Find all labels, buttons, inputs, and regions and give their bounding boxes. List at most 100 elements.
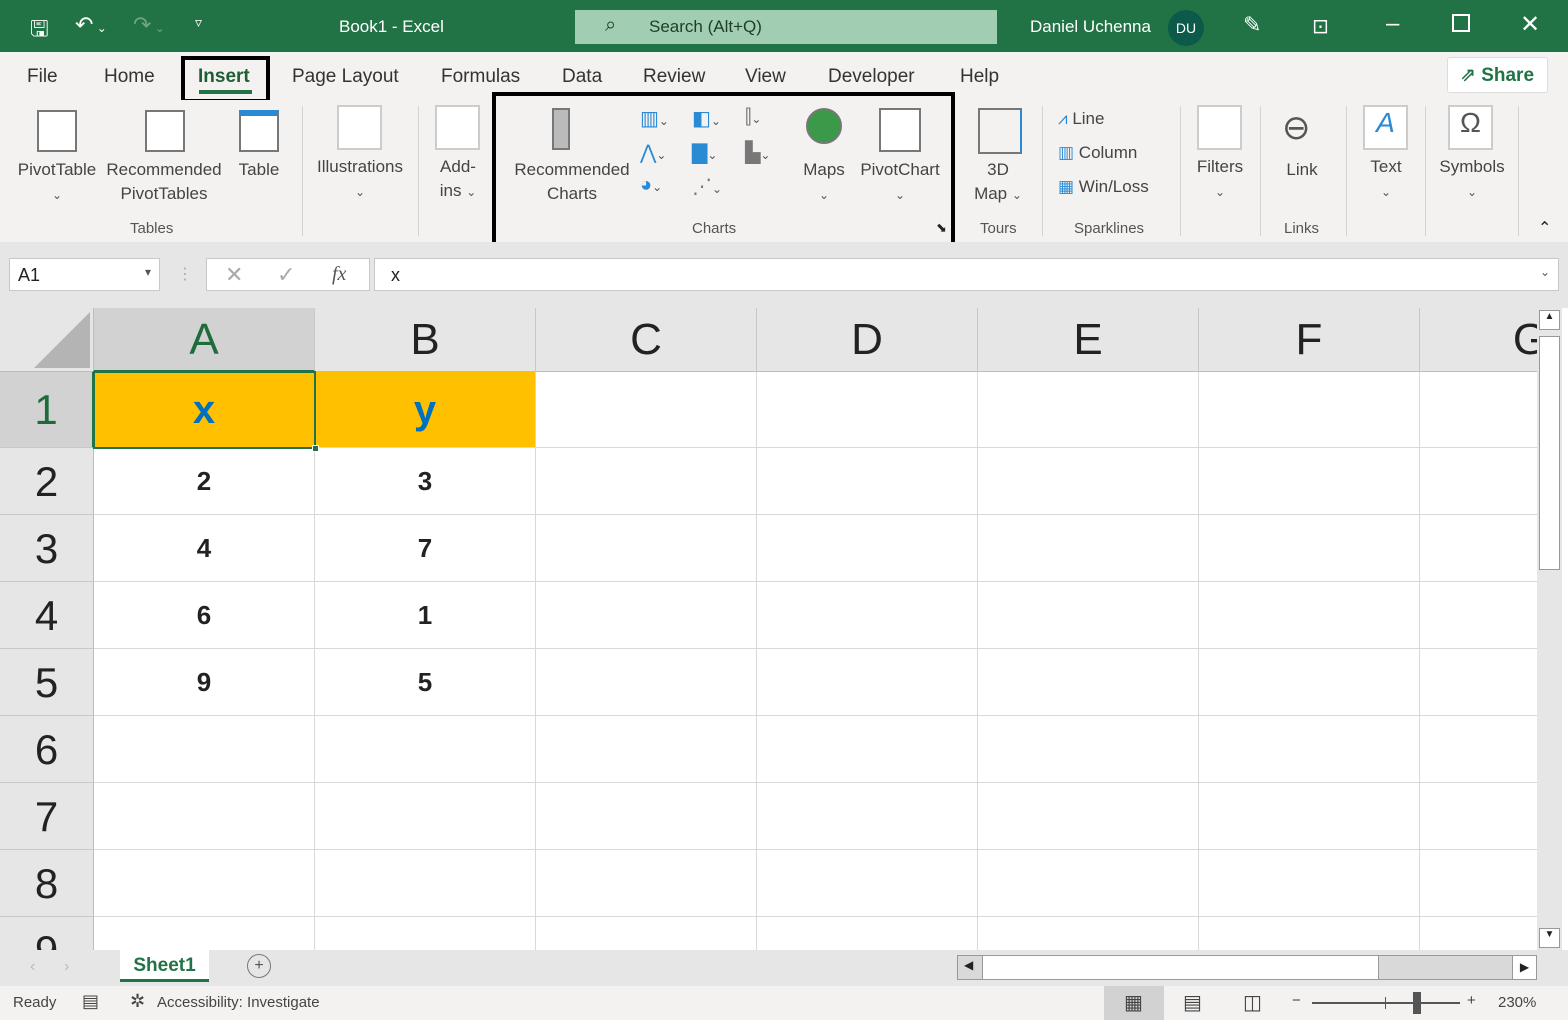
sparkline-line-button[interactable]: ⩘ Line bbox=[1058, 107, 1104, 131]
tab-developer[interactable]: Developer bbox=[828, 66, 915, 88]
cell-e1[interactable] bbox=[978, 372, 1199, 448]
cell-d6[interactable] bbox=[757, 716, 978, 783]
row-header-6[interactable]: 6 bbox=[0, 716, 94, 783]
zoom-out-icon[interactable]: − bbox=[1292, 992, 1301, 1009]
table-button[interactable]: Table bbox=[230, 158, 288, 182]
cell-e4[interactable] bbox=[978, 582, 1199, 649]
cell-c9[interactable] bbox=[536, 917, 757, 950]
collapse-ribbon-icon[interactable]: ⌃ bbox=[1538, 218, 1551, 238]
maximize-icon[interactable] bbox=[1452, 14, 1470, 32]
3d-map-button[interactable]: 3D Map ⌄ bbox=[966, 158, 1030, 207]
cell-d9[interactable] bbox=[757, 917, 978, 950]
zoom-in-icon[interactable]: + bbox=[1467, 992, 1476, 1009]
cell-c5[interactable] bbox=[536, 649, 757, 716]
name-box[interactable]: A1 ▾ bbox=[9, 258, 160, 291]
cell-e7[interactable] bbox=[978, 783, 1199, 850]
cell-g6[interactable] bbox=[1420, 716, 1537, 783]
row-header-1[interactable]: 1 bbox=[0, 372, 94, 448]
row-header-3[interactable]: 3 bbox=[0, 515, 94, 582]
cell-c1[interactable] bbox=[536, 372, 757, 448]
cell-b5[interactable]: 5 bbox=[315, 649, 536, 716]
cell-a3[interactable]: 4 bbox=[94, 515, 315, 582]
cell-a9[interactable] bbox=[94, 917, 315, 950]
save-icon[interactable]: 🖫 bbox=[30, 12, 49, 50]
vertical-scrollbar[interactable]: ▲ ▼ bbox=[1537, 308, 1562, 950]
cell-f7[interactable] bbox=[1199, 783, 1420, 850]
horizontal-scrollbar[interactable]: ◀ ▶ bbox=[957, 955, 1537, 980]
accessibility-icon[interactable]: ✲ bbox=[130, 991, 145, 1012]
cell-c7[interactable] bbox=[536, 783, 757, 850]
coauthor-icon[interactable]: ✎ bbox=[1243, 12, 1261, 38]
cell-f2[interactable] bbox=[1199, 448, 1420, 515]
redo-icon[interactable]: ↷ ⌄ bbox=[133, 12, 165, 38]
cell-b3[interactable]: 7 bbox=[315, 515, 536, 582]
cell-c4[interactable] bbox=[536, 582, 757, 649]
column-header-g[interactable]: G bbox=[1420, 308, 1537, 372]
row-header-9[interactable]: 9 bbox=[0, 917, 94, 950]
cell-c8[interactable] bbox=[536, 850, 757, 917]
cell-d8[interactable] bbox=[757, 850, 978, 917]
cell-f6[interactable] bbox=[1199, 716, 1420, 783]
tab-page-layout[interactable]: Page Layout bbox=[292, 66, 399, 88]
column-header-f[interactable]: F bbox=[1199, 308, 1420, 372]
column-header-b[interactable]: B bbox=[315, 308, 536, 372]
insert-function-icon[interactable]: fx bbox=[332, 263, 346, 286]
sparkline-winloss-button[interactable]: ▦ Win/Loss bbox=[1058, 175, 1149, 199]
cell-f3[interactable] bbox=[1199, 515, 1420, 582]
cell-d1[interactable] bbox=[757, 372, 978, 448]
cell-d2[interactable] bbox=[757, 448, 978, 515]
share-button[interactable]: ⇗ Share bbox=[1447, 57, 1548, 93]
avatar[interactable]: DU bbox=[1168, 10, 1204, 46]
cell-g4[interactable] bbox=[1420, 582, 1537, 649]
cell-a6[interactable] bbox=[94, 716, 315, 783]
tab-home[interactable]: Home bbox=[104, 66, 155, 88]
cell-g1[interactable] bbox=[1420, 372, 1537, 448]
link-button[interactable]: Link bbox=[1278, 158, 1326, 182]
illustrations-button[interactable]: Illustrations ⌄ bbox=[310, 155, 410, 204]
sparkline-column-button[interactable]: ▥ Column bbox=[1058, 141, 1137, 165]
pivottable-button[interactable]: PivotTable ⌄ bbox=[14, 158, 100, 207]
cell-e3[interactable] bbox=[978, 515, 1199, 582]
formula-input[interactable]: x ⌄ bbox=[374, 258, 1559, 291]
addins-button[interactable]: Add-ins ⌄ bbox=[430, 155, 486, 204]
row-header-2[interactable]: 2 bbox=[0, 448, 94, 515]
close-icon[interactable]: ✕ bbox=[1520, 10, 1540, 39]
column-header-c[interactable]: C bbox=[536, 308, 757, 372]
cell-c3[interactable] bbox=[536, 515, 757, 582]
tab-review[interactable]: Review bbox=[643, 66, 705, 88]
cell-d5[interactable] bbox=[757, 649, 978, 716]
column-header-e[interactable]: E bbox=[978, 308, 1199, 372]
cell-g2[interactable] bbox=[1420, 448, 1537, 515]
tab-file[interactable]: File bbox=[27, 66, 58, 88]
symbols-button[interactable]: Symbols ⌄ bbox=[1434, 155, 1510, 204]
row-header-4[interactable]: 4 bbox=[0, 582, 94, 649]
row-header-5[interactable]: 5 bbox=[0, 649, 94, 716]
tab-formulas[interactable]: Formulas bbox=[441, 66, 520, 88]
select-all-button[interactable] bbox=[0, 308, 94, 372]
cell-g8[interactable] bbox=[1420, 850, 1537, 917]
cell-a4[interactable]: 6 bbox=[94, 582, 315, 649]
tab-view[interactable]: View bbox=[745, 66, 786, 88]
recommended-pivottables-button[interactable]: Recommended PivotTables bbox=[102, 158, 226, 206]
filters-button[interactable]: Filters ⌄ bbox=[1190, 155, 1250, 204]
normal-view-button[interactable]: ▦ bbox=[1104, 986, 1164, 1020]
cell-e5[interactable] bbox=[978, 649, 1199, 716]
cell-f4[interactable] bbox=[1199, 582, 1420, 649]
tab-help[interactable]: Help bbox=[960, 66, 999, 88]
cell-a8[interactable] bbox=[94, 850, 315, 917]
cell-c6[interactable] bbox=[536, 716, 757, 783]
row-header-7[interactable]: 7 bbox=[0, 783, 94, 850]
cell-b2[interactable]: 3 bbox=[315, 448, 536, 515]
accessibility-status[interactable]: Accessibility: Investigate bbox=[157, 994, 320, 1011]
cell-a7[interactable] bbox=[94, 783, 315, 850]
user-name[interactable]: Daniel Uchenna bbox=[1030, 17, 1151, 37]
new-sheet-icon[interactable]: + bbox=[247, 954, 271, 978]
cell-f5[interactable] bbox=[1199, 649, 1420, 716]
enter-icon[interactable]: ✓ bbox=[277, 262, 295, 288]
column-header-a[interactable]: A bbox=[94, 308, 315, 372]
cell-g3[interactable] bbox=[1420, 515, 1537, 582]
search-box[interactable]: ⌕ Search (Alt+Q) bbox=[575, 10, 997, 44]
ribbon-display-icon[interactable]: ⊡ bbox=[1312, 14, 1329, 39]
cell-e6[interactable] bbox=[978, 716, 1199, 783]
cell-e2[interactable] bbox=[978, 448, 1199, 515]
